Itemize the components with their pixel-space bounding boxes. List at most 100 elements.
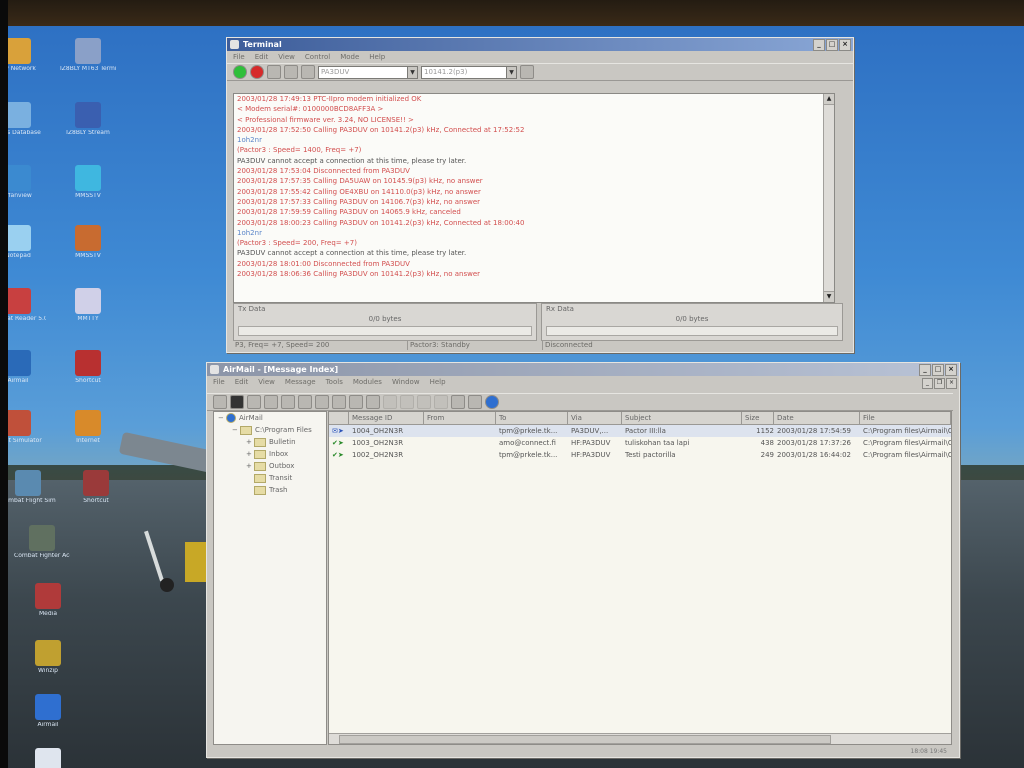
desktop-icon[interactable]: Logo [20,748,76,768]
stop-icon[interactable] [250,65,264,79]
collapse-icon[interactable]: − [218,412,226,424]
terminal-titlebar[interactable]: Terminal _ □ × [227,38,853,51]
menu-file[interactable]: File [213,376,225,388]
tree-node[interactable]: + Inbox [214,448,326,460]
desktop-icon[interactable]: IZ8BLY Stream [60,102,116,137]
menu-help[interactable]: Help [369,51,385,63]
column-header[interactable]: Subject [622,412,742,424]
callsign-combo[interactable]: PA3DUV ▼ [318,65,418,79]
menu-edit[interactable]: Edit [235,376,249,388]
message-row[interactable]: ✔➤ 1002_OH2N3R tpm@prkele.tk... HF:PA3DUV Te… [329,449,951,461]
desktop-icon[interactable]: Media [20,583,76,618]
menu-view[interactable]: View [278,51,295,63]
open-folder-icon[interactable] [267,65,281,79]
maximize-icon[interactable]: □ [826,39,838,51]
desktop-icon[interactable]: Internet [60,410,116,445]
log-scrollbar[interactable]: ▲ ▼ [823,94,834,302]
print-icon[interactable] [349,395,363,409]
folder-tree[interactable]: − AirMail − C:\Program Files + Bulletin + Inbox… [213,411,327,745]
tree-node[interactable]: Transit [214,472,326,484]
frequency-combo[interactable]: 10141.2(p3) ▼ [421,65,517,79]
expand-icon[interactable]: + [246,436,254,448]
tree-node[interactable]: + Outbox [214,460,326,472]
phone-icon[interactable] [230,395,244,409]
mdi-restore-icon[interactable]: ❐ [934,378,945,389]
maximize-icon[interactable]: □ [932,364,944,376]
airmail-window[interactable]: AirMail - [Message Index] _ □ × File Edi… [206,362,960,758]
chevron-down-icon[interactable]: ▼ [506,66,516,78]
column-header[interactable]: File [860,412,951,424]
scroll-up-icon[interactable]: ▲ [824,94,834,105]
tree-node[interactable]: − C:\Program Files [214,424,326,436]
terminal-window[interactable]: Terminal _ □ × File Edit View Control Mo… [226,37,854,353]
terminal-log[interactable]: 2003/01/28 17:49:13 PTC-IIpro modem init… [233,93,835,303]
minimize-icon[interactable]: _ [813,39,825,51]
desktop-icon[interactable]: MMSSTV [60,225,116,260]
column-header[interactable]: Via [568,412,622,424]
properties-icon[interactable] [468,395,482,409]
menu-view[interactable]: View [258,376,275,388]
menu-edit[interactable]: Edit [255,51,269,63]
airmail-app-icon[interactable] [210,365,219,374]
scroll-down-icon[interactable]: ▼ [824,291,834,302]
reply-icon[interactable] [383,395,397,409]
message-row[interactable]: ✉➤ 1004_OH2N3R tpm@prkele.tk... PA3DUV,... P… [329,425,951,437]
message-row[interactable]: ✔➤ 1003_OH2N3R amo@connect.fi HF:PA3DUV tuli… [329,437,951,449]
open-folder-icon[interactable] [264,395,278,409]
desktop-icon[interactable]: Shortcut [60,350,116,385]
airmail-titlebar[interactable]: AirMail - [Message Index] _ □ × [207,363,959,376]
expand-icon[interactable]: + [246,448,254,460]
desktop-icon[interactable]: Winzip [20,640,76,675]
minimize-icon[interactable]: _ [919,364,931,376]
tree-node[interactable]: + Bulletin [214,436,326,448]
tree-node[interactable]: Trash [214,484,326,496]
new-message-icon[interactable] [247,395,261,409]
desktop-icon[interactable]: IZ8BLY MT63 Terminal [60,38,116,73]
menu-file[interactable]: File [233,51,245,63]
menu-window[interactable]: Window [392,376,420,388]
column-header[interactable]: Size [742,412,774,424]
message-list[interactable]: Message ID From To Via Subject Size Date File ✉… [328,411,952,745]
menu-help[interactable]: Help [430,376,446,388]
mdi-close-icon[interactable]: × [946,378,957,389]
close-icon[interactable]: × [839,39,851,51]
terminal-app-icon[interactable] [230,40,239,49]
mail-forward-icon[interactable] [315,395,329,409]
move-icon[interactable] [451,395,465,409]
close-icon[interactable]: × [945,364,957,376]
column-header[interactable]: Date [774,412,860,424]
scroll-thumb[interactable] [339,735,831,744]
desktop-icon[interactable]: Airmail [20,694,76,729]
delete-icon[interactable] [366,395,380,409]
desktop-icon[interactable]: MMSSTV [60,165,116,200]
connect-icon[interactable] [233,65,247,79]
menu-message[interactable]: Message [285,376,316,388]
options-icon[interactable] [520,65,534,79]
column-header[interactable]: From [424,412,496,424]
clip-icon[interactable] [298,395,312,409]
desktop-icon[interactable]: Combat Flight Sim [0,470,56,505]
column-header[interactable]: Message ID [349,412,424,424]
save-icon[interactable] [284,65,298,79]
desktop-icon[interactable]: Shortcut [68,470,124,505]
abort-icon[interactable] [301,65,315,79]
undo-icon[interactable] [281,395,295,409]
menu-tools[interactable]: Tools [326,376,343,388]
tree-node[interactable]: − AirMail [214,412,326,424]
menu-mode[interactable]: Mode [340,51,359,63]
paste-icon[interactable] [434,395,448,409]
desktop-icon[interactable]: MMTTY [60,288,116,323]
globe-icon[interactable] [485,395,499,409]
desktop-icon[interactable]: Combat Fighter Ace 2 [14,525,70,560]
horizontal-scrollbar[interactable] [329,733,951,744]
menu-modules[interactable]: Modules [353,376,382,388]
column-header[interactable]: To [496,412,568,424]
collapse-icon[interactable]: − [232,424,240,436]
expand-icon[interactable]: + [246,460,254,472]
copy-icon[interactable] [417,395,431,409]
chevron-down-icon[interactable]: ▼ [407,66,417,78]
mdi-minimize-icon[interactable]: _ [922,378,933,389]
cut-icon[interactable] [400,395,414,409]
column-header[interactable] [329,412,349,424]
save-icon[interactable] [332,395,346,409]
